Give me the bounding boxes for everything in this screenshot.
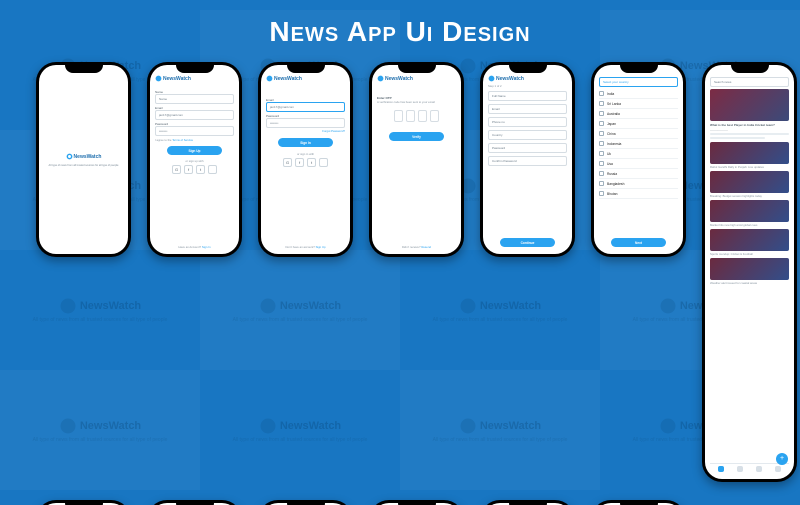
or-label: or sign up with [155, 159, 234, 163]
phone-settings: Settings My Tags Notifications About & H… [369, 500, 464, 505]
phone-signin: NewsWatch Email jan17@gmail.com Password… [258, 62, 353, 257]
phone-profile: Full Name Email Phone no Country Date of… [591, 500, 686, 505]
splash-tagline: All type of news from all trusted source… [49, 164, 119, 167]
otp-digit[interactable] [394, 110, 403, 122]
bottom-nav [710, 463, 789, 474]
phone-tall-feed: Search news What is the best Player in I… [702, 62, 797, 482]
card-title: Sports roundup: Cricket & Football [710, 252, 789, 256]
country-search[interactable]: Select your country [599, 77, 678, 87]
social-facebook[interactable]: f [295, 158, 304, 167]
input-phone[interactable]: Phone no [488, 117, 567, 127]
news-card[interactable] [710, 258, 789, 280]
nav-home-icon[interactable] [718, 466, 724, 472]
radio-icon [599, 191, 604, 196]
otp-desc: A verification code has been sent to you… [377, 100, 456, 104]
social-google[interactable]: G [172, 165, 181, 174]
radio-icon [599, 101, 604, 106]
goto-signin[interactable]: Sign In [202, 245, 211, 249]
card-title: Breaking: Budget session highlights toda… [710, 194, 789, 198]
radio-icon [599, 151, 604, 156]
social-apple[interactable] [319, 158, 328, 167]
country-item[interactable]: Bhutan [599, 189, 678, 199]
country-item[interactable]: Sri Lanka [599, 99, 678, 109]
news-card[interactable] [710, 229, 789, 251]
or-label: or sign in with [266, 152, 345, 156]
radio-icon [599, 181, 604, 186]
headline[interactable]: What is the best Player in India Cricket… [710, 123, 789, 127]
country-item[interactable]: Bangladesh [599, 179, 678, 189]
social-facebook[interactable]: f [184, 165, 193, 174]
otp-digit[interactable] [418, 110, 427, 122]
verify-button[interactable]: Verify [389, 132, 444, 141]
signin-button[interactable]: Sign In [278, 138, 333, 147]
radio-icon [599, 161, 604, 166]
social-twitter[interactable]: t [307, 158, 316, 167]
otp-digit[interactable] [430, 110, 439, 122]
news-card[interactable] [710, 200, 789, 222]
input-password[interactable]: Password [488, 143, 567, 153]
input-name[interactable]: Name [155, 94, 234, 104]
phone-splash: NewsWatch All type of news from all trus… [36, 62, 131, 257]
radio-icon [599, 121, 604, 126]
phone-countries: Select your country India Sri Lanka Aust… [591, 62, 686, 257]
input-confirm-password[interactable]: Confirm Password [488, 156, 567, 166]
card-title: Market hits new high amid global cues [710, 223, 789, 227]
signup-button[interactable]: Sign Up [167, 146, 222, 155]
nav-bookmark-icon[interactable] [756, 466, 762, 472]
card-title: Weather alert issued for coastal areas [710, 281, 789, 285]
country-item[interactable]: Usa [599, 159, 678, 169]
phone-feed: Trending What is the best Player in Indi… [36, 500, 131, 505]
country-item[interactable]: Indonesia [599, 139, 678, 149]
next-button[interactable]: Next [611, 238, 666, 247]
country-item[interactable]: Russia [599, 169, 678, 179]
terms-link[interactable]: Terms of Service [172, 138, 193, 142]
phone-otp: NewsWatch Enter OTP A verification code … [369, 62, 464, 257]
compose-fab[interactable]: + [776, 453, 788, 465]
phone-signup: NewsWatch Name Name Email jan17@gmail.co… [147, 62, 242, 257]
country-item[interactable]: China [599, 129, 678, 139]
search-input[interactable]: Search news [710, 77, 789, 87]
social-twitter[interactable]: t [196, 165, 205, 174]
country-item[interactable]: Uk [599, 149, 678, 159]
input-fullname[interactable]: Full Name [488, 91, 567, 101]
continue-button[interactable]: Continue [500, 238, 555, 247]
card-title: Rahul Gandhi Rally in Punjab: Live updat… [710, 165, 789, 169]
input-password[interactable]: •••••••• [266, 118, 345, 128]
otp-inputs [377, 110, 456, 122]
country-item[interactable]: India [599, 89, 678, 99]
step-indicator: Step 1 of 2 [488, 84, 567, 88]
phone-article: Women's population nears 4,000 percent s… [147, 500, 242, 505]
newswatch-logo: NewsWatch [66, 153, 102, 160]
social-row: G f t [155, 165, 234, 174]
radio-icon [599, 141, 604, 146]
forgot-password-link[interactable]: Forgot Password? [266, 129, 345, 133]
radio-icon [599, 111, 604, 116]
input-email[interactable]: jan17@gmail.com [155, 110, 234, 120]
radio-icon [599, 171, 604, 176]
input-email[interactable]: Email [488, 104, 567, 114]
phone-form-long: NewsWatch Step 1 of 2 Full Name Email Ph… [480, 62, 575, 257]
nav-explore-icon[interactable] [737, 466, 743, 472]
input-country[interactable]: Country [488, 130, 567, 140]
phone-explore: Popular Tags Technology India Entertainm… [258, 500, 353, 505]
radio-icon [599, 131, 604, 136]
social-google[interactable]: G [283, 158, 292, 167]
country-item[interactable]: Japan [599, 119, 678, 129]
input-password[interactable]: •••••••• [155, 126, 234, 136]
phone-poll: Create Poll Write your question Option O… [480, 500, 575, 505]
input-email[interactable]: jan17@gmail.com [266, 102, 345, 112]
resend-link[interactable]: Resend [421, 245, 431, 249]
otp-digit[interactable] [406, 110, 415, 122]
social-apple[interactable] [208, 165, 217, 174]
goto-signup[interactable]: Sign Up [316, 245, 326, 249]
news-card[interactable] [710, 171, 789, 193]
hero-image[interactable] [710, 89, 789, 121]
page-title: News App Ui Design [0, 0, 800, 48]
country-item[interactable]: Australia [599, 109, 678, 119]
radio-icon [599, 91, 604, 96]
news-card[interactable] [710, 142, 789, 164]
nav-profile-icon[interactable] [775, 466, 781, 472]
